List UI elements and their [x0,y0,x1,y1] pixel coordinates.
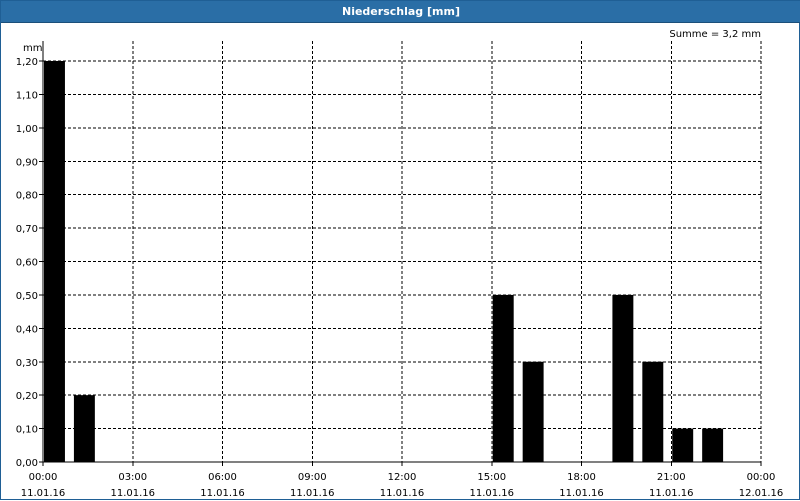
x-tick-date-label: 11.01.16 [559,488,604,499]
y-tick-label: 0,10 [16,425,38,436]
y-tick-label: 0,40 [16,324,38,335]
y-tick-label: 0,70 [16,224,38,235]
bar [702,428,724,462]
x-tick-time-label: 21:00 [657,472,686,483]
x-tick-time-label: 00:00 [29,472,58,483]
bar [44,61,65,462]
y-unit-label: mm [23,43,42,54]
bar [672,428,694,462]
bar [612,294,634,462]
y-tick-label: 0,30 [16,358,38,369]
bar [492,294,514,462]
y-tick-label: 0,20 [16,391,38,402]
x-tick-time-label: 06:00 [208,472,237,483]
x-tick-date-label: 11.01.16 [649,488,694,499]
bar [522,361,544,462]
x-tick-date-label: 12.01.16 [739,488,784,499]
precipitation-chart: 0,00 0,10 0,20 0,30 0,40 0,50 0,60 0,70 0,80 0,90… [16,29,784,499]
x-tick-date-label: 11.01.16 [21,488,66,499]
y-tick-label: 0,80 [16,191,38,202]
x-tick-date-label: 11.01.16 [469,488,514,499]
y-tick-label: 0,50 [16,291,38,302]
x-tick-time-label: 18:00 [567,472,596,483]
y-tick-label: 1,00 [16,124,38,135]
x-tick-date-label: 11.01.16 [110,488,155,499]
sum-label: Summe = 3,2 mm [669,29,761,40]
x-tick-date-label: 11.01.16 [380,488,425,499]
y-tick-label: 0,60 [16,258,38,269]
y-tick-label: 1,10 [16,90,38,101]
y-tick-label: 0,90 [16,157,38,168]
x-tick-time-label: 00:00 [747,472,776,483]
bar [73,395,95,462]
y-tick-label: 0,00 [16,458,38,469]
x-tick-labels: 00:00 11.01.16 03:00 11.01.16 06:00 11.01.16 0… [21,472,784,499]
y-tick-label: 1,20 [16,57,38,68]
x-tick-time-label: 15:00 [477,472,506,483]
x-tick-date-label: 11.01.16 [200,488,245,499]
x-tick-time-label: 03:00 [118,472,147,483]
chart-window: Niederschlag [mm] 0,00 0,10 0,20 0,30 0,40 0,… [0,0,800,500]
y-tick-labels: 0,00 0,10 0,20 0,30 0,40 0,50 0,60 0,70 0,80 0,90… [16,57,38,469]
bar [642,361,664,462]
x-tick-time-label: 09:00 [298,472,327,483]
x-tick-time-label: 12:00 [388,472,417,483]
x-tick-date-label: 11.01.16 [290,488,335,499]
